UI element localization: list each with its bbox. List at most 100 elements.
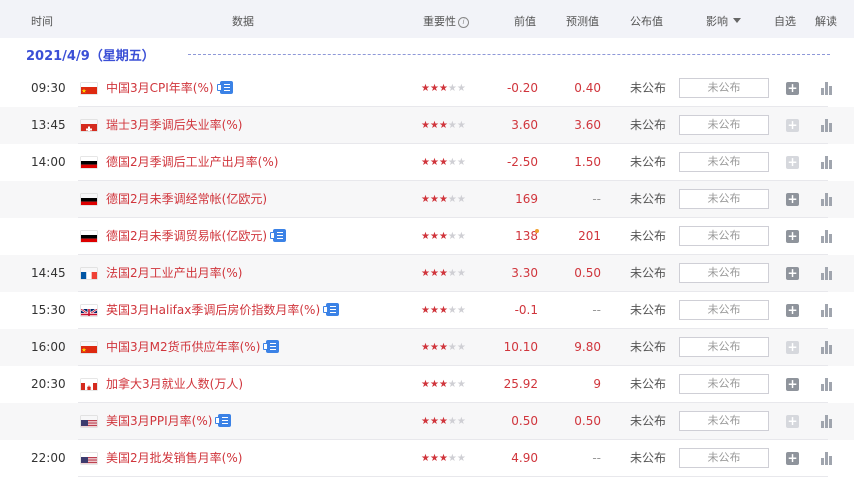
star-icon: ★ — [421, 83, 430, 94]
star-icon: ★ — [456, 416, 466, 427]
event-time: 20:30 — [31, 377, 66, 391]
forecast-value: -- — [592, 303, 601, 317]
event-time: 16:00 — [31, 340, 66, 354]
impact-box: 未公布 — [679, 448, 769, 468]
forecast-value: 9.80 — [574, 340, 601, 354]
previous-value: -0.1 — [514, 303, 538, 317]
add-watchlist-button[interactable]: + — [786, 119, 799, 132]
add-watchlist-button[interactable]: + — [786, 452, 799, 465]
previous-value: -0.20 — [506, 81, 538, 95]
event-name-link[interactable]: 加拿大3月就业人数(万人) — [106, 366, 243, 403]
star-icon: ★ — [429, 416, 439, 427]
table-row: 22:00 美国2月批发销售月率(%) ★★★★★ 4.90 -- 未公布 未公布 + — [0, 440, 854, 477]
star-icon: ★ — [421, 342, 430, 353]
star-icon: ★ — [447, 194, 457, 205]
importance-stars: ★★★★★ — [421, 144, 466, 181]
impact-box: 未公布 — [679, 152, 769, 172]
star-icon: ★ — [456, 157, 466, 168]
published-value: 未公布 — [630, 303, 667, 317]
importance-stars: ★★★★★ — [421, 366, 466, 403]
star-icon: ★ — [447, 453, 457, 464]
star-icon: ★ — [447, 416, 457, 427]
star-icon: ★ — [447, 342, 457, 353]
star-icon: ★ — [447, 231, 457, 242]
star-icon: ★ — [456, 305, 466, 316]
published-value: 未公布 — [630, 229, 667, 243]
bar-chart-icon[interactable] — [821, 230, 833, 243]
event-name-link[interactable]: 美国2月批发销售月率(%) — [106, 440, 242, 477]
event-name-link[interactable]: 德国2月季调后工业产出月率(%) — [106, 144, 278, 181]
event-name: 德国2月未季调经常帐(亿欧元) — [106, 192, 267, 206]
event-name-link[interactable]: 美国3月PPI月率(%) — [106, 403, 232, 440]
event-name-link[interactable]: 英国3月Halifax季调后房价指数月率(%) — [106, 292, 340, 329]
bar-chart-icon[interactable] — [821, 452, 833, 465]
add-watchlist-button[interactable]: + — [786, 82, 799, 95]
bar-chart-icon[interactable] — [821, 378, 833, 391]
star-icon: ★ — [456, 342, 466, 353]
report-icon[interactable] — [323, 303, 340, 316]
date-group-header: 2021/4/9（星期五） — [0, 38, 854, 70]
header-interpret: 解读 — [815, 15, 837, 28]
header-watchlist: 自选 — [774, 15, 796, 28]
report-icon[interactable] — [263, 340, 280, 353]
previous-value: 4.90 — [511, 451, 538, 465]
importance-stars: ★★★★★ — [421, 218, 466, 255]
bar-chart-icon[interactable] — [821, 304, 833, 317]
published-value: 未公布 — [630, 266, 667, 280]
bar-chart-icon[interactable] — [821, 156, 833, 169]
star-icon: ★ — [429, 268, 439, 279]
impact-box: 未公布 — [679, 337, 769, 357]
event-name-link[interactable]: 德国2月未季调贸易帐(亿欧元) — [106, 218, 286, 255]
add-watchlist-button[interactable]: + — [786, 378, 799, 391]
impact-box: 未公布 — [679, 263, 769, 283]
bar-chart-icon[interactable] — [821, 82, 833, 95]
table-row: 美国3月PPI月率(%) ★★★★★ 0.50 0.50 未公布 未公布 + — [0, 403, 854, 440]
bar-chart-icon[interactable] — [821, 193, 833, 206]
star-icon: ★ — [421, 268, 430, 279]
event-name-link[interactable]: 中国3月M2货币供应年率(%) — [106, 329, 280, 366]
star-icon: ★ — [421, 416, 430, 427]
event-name-link[interactable]: 德国2月未季调经常帐(亿欧元) — [106, 181, 267, 218]
star-icon: ★ — [438, 194, 448, 205]
bar-chart-icon[interactable] — [821, 267, 833, 280]
table-header: 时间 数据 重要性 i 前值 预测值 公布值 影响 自选 解读 — [0, 0, 854, 38]
event-name-link[interactable]: 中国3月CPI年率(%) — [106, 70, 233, 107]
star-icon: ★ — [438, 83, 448, 94]
report-icon[interactable] — [216, 81, 233, 94]
add-watchlist-button[interactable]: + — [786, 230, 799, 243]
add-watchlist-button[interactable]: + — [786, 304, 799, 317]
star-icon: ★ — [429, 453, 439, 464]
header-importance[interactable]: 重要性 i — [423, 0, 469, 38]
forecast-value: 0.40 — [574, 81, 601, 95]
info-icon[interactable]: i — [458, 17, 469, 28]
bar-chart-icon[interactable] — [821, 119, 833, 132]
table-row: 09:30 中国3月CPI年率(%) ★★★★★ -0.20 0.40 未公布 未公布 + — [0, 70, 854, 107]
importance-stars: ★★★★★ — [421, 292, 466, 329]
previous-value: 3.30 — [511, 266, 538, 280]
impact-sort[interactable]: 影响 — [706, 0, 741, 38]
star-icon: ★ — [447, 268, 457, 279]
add-watchlist-button[interactable]: + — [786, 193, 799, 206]
previous-value: 169 — [515, 192, 538, 206]
impact-box: 未公布 — [679, 374, 769, 394]
add-watchlist-button[interactable]: + — [786, 156, 799, 169]
impact-box: 未公布 — [679, 226, 769, 246]
event-name-link[interactable]: 法国2月工业产出月率(%) — [106, 255, 242, 292]
event-name-link[interactable]: 瑞士3月季调后失业率(%) — [106, 107, 242, 144]
report-icon[interactable] — [270, 229, 286, 242]
published-value: 未公布 — [630, 414, 667, 428]
bar-chart-icon[interactable] — [821, 341, 833, 354]
add-watchlist-button[interactable]: + — [786, 267, 799, 280]
add-watchlist-button[interactable]: + — [786, 415, 799, 428]
bar-chart-icon[interactable] — [821, 415, 833, 428]
china-flag-icon — [81, 342, 97, 353]
star-icon: ★ — [429, 342, 439, 353]
event-time: 14:45 — [31, 266, 66, 280]
header-data: 数据 — [232, 15, 254, 28]
event-name: 美国2月批发销售月率(%) — [106, 451, 243, 465]
report-icon[interactable] — [215, 414, 232, 427]
add-watchlist-button[interactable]: + — [786, 341, 799, 354]
header-previous: 前值 — [514, 15, 536, 28]
usa-flag-icon — [81, 453, 97, 464]
published-value: 未公布 — [630, 377, 667, 391]
